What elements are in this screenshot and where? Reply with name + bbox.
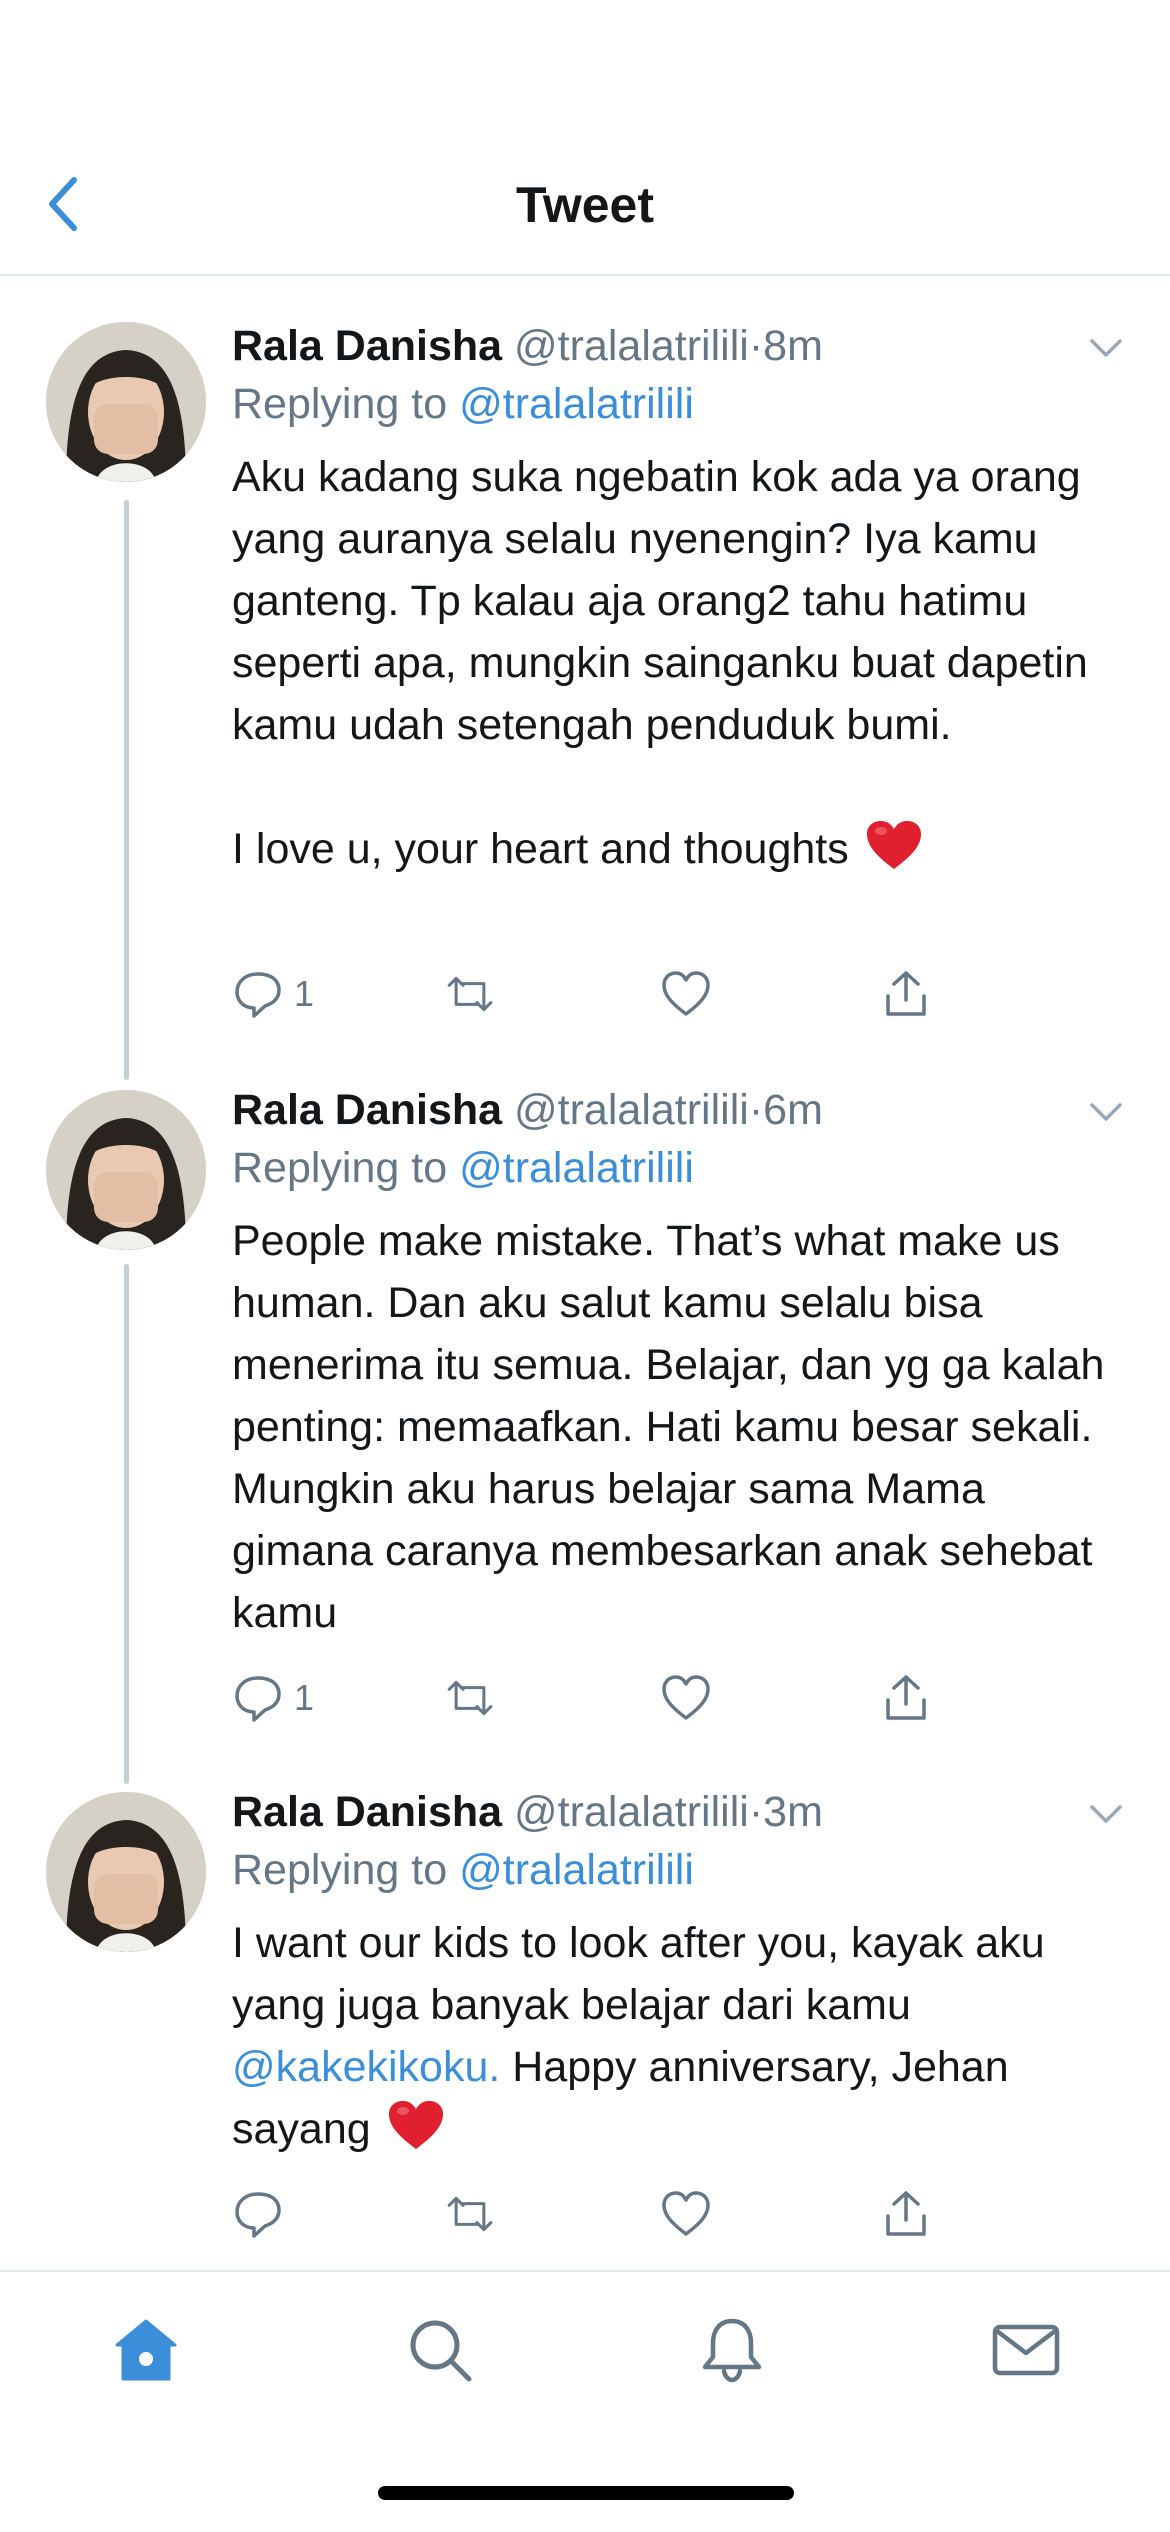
search-icon bbox=[410, 2320, 472, 2382]
chevron-down-icon[interactable] bbox=[1086, 328, 1126, 368]
replying-prefix: Replying to bbox=[232, 1144, 448, 1192]
tweet-1[interactable]: Rala Danisha @tralalatrilili·8m Replying… bbox=[0, 278, 1170, 1080]
avatar[interactable] bbox=[46, 1792, 206, 1952]
tweet-actions: 1 bbox=[232, 1666, 972, 1730]
tweet-text: People make mistake. That’s what make us… bbox=[232, 1210, 1132, 1644]
tweet-body: Aku kadang suka ngebatin kok ada ya oran… bbox=[232, 453, 1088, 873]
separator-dot: · bbox=[748, 1788, 764, 1836]
replying-prefix: Replying to bbox=[232, 380, 448, 428]
tweet-actions bbox=[232, 2182, 972, 2246]
timestamp[interactable]: 6m bbox=[763, 1086, 823, 1134]
replying-to-link[interactable]: @tralalatrilili bbox=[459, 1846, 694, 1894]
display-name[interactable]: Rala Danisha bbox=[232, 322, 502, 370]
replying-to-link[interactable]: @tralalatrilili bbox=[459, 1144, 694, 1192]
chevron-down-icon[interactable] bbox=[1086, 1794, 1126, 1834]
avatar[interactable] bbox=[46, 322, 206, 482]
tweet-actions: 1 bbox=[232, 962, 972, 1026]
tweet-header: Rala Danisha @tralalatrilili·3m bbox=[232, 1784, 1132, 1840]
tweet-2[interactable]: Rala Danisha @tralalatrilili·6m Replying… bbox=[0, 1042, 1170, 1784]
replying-to: Replying to @tralalatrilili bbox=[232, 1138, 1132, 1198]
share-button[interactable] bbox=[880, 1666, 932, 1730]
retweet-icon bbox=[447, 976, 493, 1012]
replying-to: Replying to @tralalatrilili bbox=[232, 374, 1132, 434]
tweet-header: Rala Danisha @tralalatrilili·6m bbox=[232, 1082, 1132, 1138]
reply-button[interactable]: 1 bbox=[232, 1666, 314, 1730]
bell-icon bbox=[702, 2318, 762, 2383]
display-name[interactable]: Rala Danisha bbox=[232, 1788, 502, 1836]
tweet-body: People make mistake. That’s what make us… bbox=[232, 1217, 1117, 1637]
heart-icon bbox=[662, 1675, 710, 1720]
comment-icon bbox=[235, 2192, 281, 2238]
red-heart-emoji bbox=[388, 2101, 443, 2149]
display-name[interactable]: Rala Danisha bbox=[232, 1086, 502, 1134]
page-title: Tweet bbox=[516, 177, 654, 233]
tweet-text: I want our kids to look after you, kayak… bbox=[232, 1912, 1132, 2160]
retweet-button[interactable] bbox=[444, 962, 496, 1026]
timestamp[interactable]: 8m bbox=[763, 322, 823, 370]
tweet-text: Aku kadang suka ngebatin kok ada ya oran… bbox=[232, 446, 1132, 880]
user-handle[interactable]: @tralalatrilili bbox=[514, 322, 749, 370]
thread-connector-line bbox=[124, 1264, 129, 1784]
replying-prefix: Replying to bbox=[232, 1846, 448, 1894]
avatar[interactable] bbox=[46, 1090, 206, 1250]
share-icon bbox=[886, 1675, 926, 1720]
user-handle[interactable]: @tralalatrilili bbox=[514, 1086, 749, 1134]
mail-icon bbox=[992, 2324, 1060, 2376]
red-heart-emoji bbox=[866, 821, 921, 869]
comment-icon bbox=[235, 972, 281, 1018]
like-button[interactable] bbox=[660, 962, 712, 1026]
replying-to-link[interactable]: @tralalatrilili bbox=[459, 380, 694, 428]
reply-count: 1 bbox=[294, 1677, 315, 1718]
tweet-body: I want our kids to look after you, kayak… bbox=[232, 1919, 1057, 2029]
heart-icon bbox=[662, 971, 710, 1016]
separator-dot: · bbox=[748, 1086, 764, 1134]
comment-icon bbox=[235, 1676, 281, 1722]
tab-notifications[interactable] bbox=[692, 2310, 772, 2390]
like-button[interactable] bbox=[660, 1666, 712, 1730]
tweet-3[interactable]: Rala Danisha @tralalatrilili·3m Replying… bbox=[0, 1744, 1170, 2268]
tweet-header: Rala Danisha @tralalatrilili·8m bbox=[232, 318, 1132, 374]
retweet-icon bbox=[447, 2196, 493, 2232]
retweet-button[interactable] bbox=[444, 1666, 496, 1730]
reply-button[interactable]: 1 bbox=[232, 962, 314, 1026]
share-button[interactable] bbox=[880, 2182, 932, 2246]
reply-button[interactable] bbox=[232, 2182, 294, 2246]
tab-messages[interactable] bbox=[986, 2310, 1066, 2390]
retweet-button[interactable] bbox=[444, 2182, 496, 2246]
top-nav-bar: Tweet bbox=[0, 0, 1170, 276]
reply-count: 1 bbox=[294, 973, 315, 1014]
chevron-down-icon[interactable] bbox=[1086, 1092, 1126, 1132]
timestamp[interactable]: 3m bbox=[763, 1788, 823, 1836]
replying-to: Replying to @tralalatrilili bbox=[232, 1840, 1132, 1900]
share-icon bbox=[886, 2191, 926, 2236]
thread-connector-line bbox=[124, 500, 129, 1080]
user-handle[interactable]: @tralalatrilili bbox=[514, 1788, 749, 1836]
tab-home[interactable] bbox=[106, 2310, 186, 2390]
heart-icon bbox=[662, 2191, 710, 2236]
home-indicator[interactable] bbox=[378, 2486, 794, 2500]
mention-link[interactable]: @kakekikoku. bbox=[232, 2043, 500, 2091]
tab-search[interactable] bbox=[400, 2310, 480, 2390]
share-icon bbox=[886, 971, 926, 1016]
retweet-icon bbox=[447, 1680, 493, 1716]
share-button[interactable] bbox=[880, 962, 932, 1026]
like-button[interactable] bbox=[660, 2182, 712, 2246]
home-icon bbox=[115, 2319, 177, 2381]
separator-dot: · bbox=[748, 322, 764, 370]
